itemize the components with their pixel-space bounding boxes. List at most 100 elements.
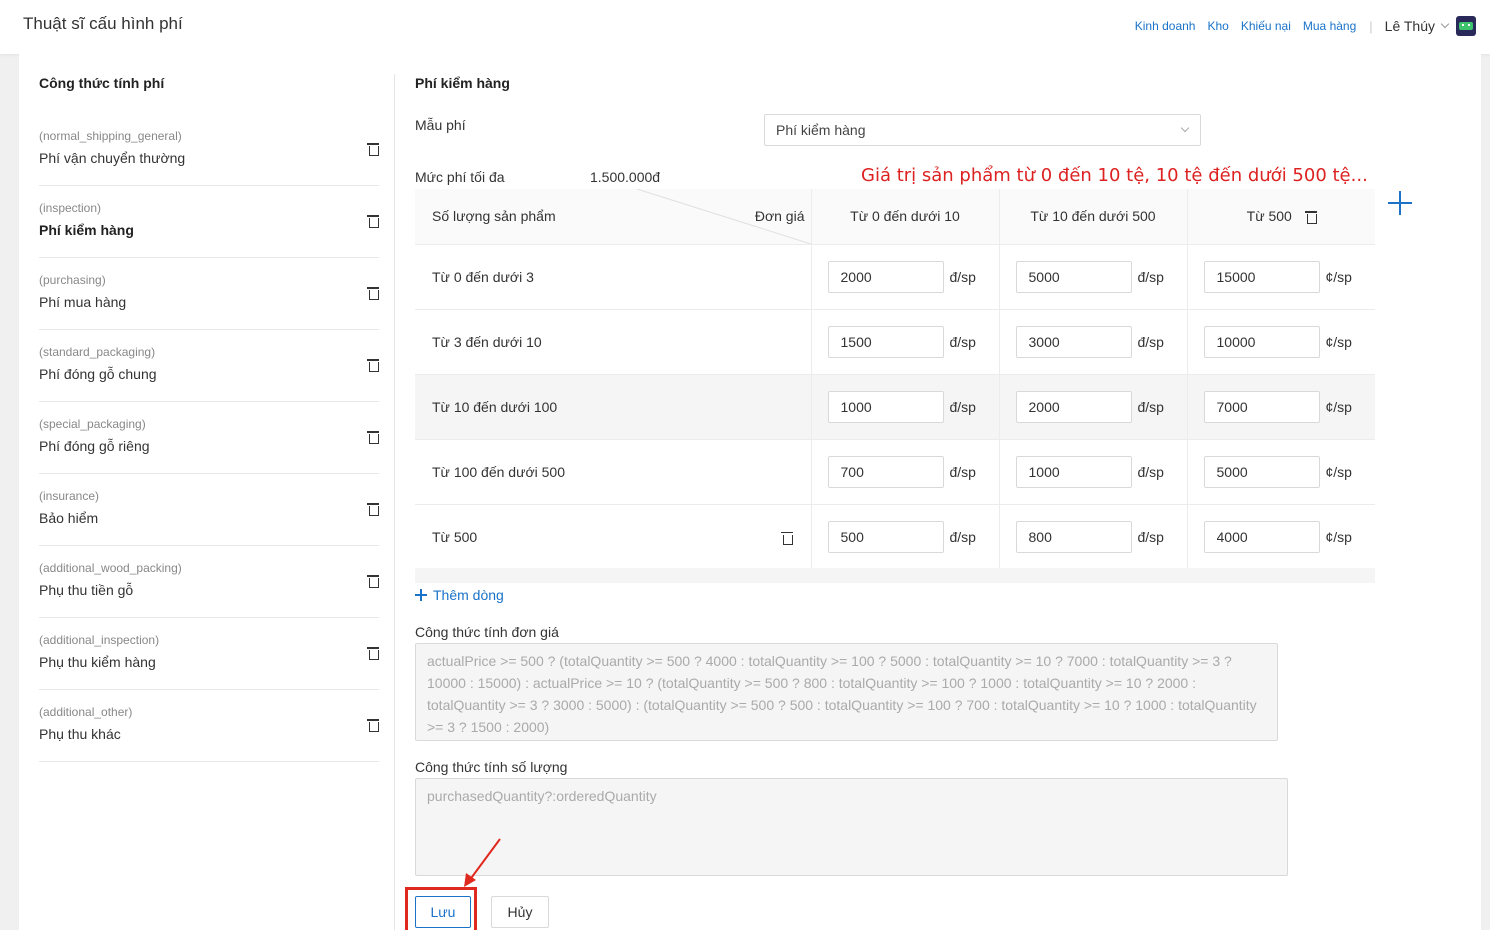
fee-code: (purchasing) [39,273,106,287]
chevron-down-icon [1180,123,1190,133]
fee-template-value: Phí kiểm hàng [776,122,866,138]
price-input[interactable] [827,260,944,293]
trash-icon[interactable] [367,359,379,372]
trash-icon[interactable] [367,287,379,300]
price-input[interactable] [1203,520,1320,553]
unit-label: ¢/sp [1325,463,1352,480]
sidebar-item-inspection[interactable]: (inspection) Phí kiểm hàng [39,186,379,258]
unit-label: đ/sp [1137,528,1164,545]
trash-icon[interactable] [367,215,379,228]
unit-price-header: Đơn giá [754,208,805,224]
unit-price-formula-label: Công thức tính đơn giá [415,624,559,640]
table-row: Từ 500 đ/sp đ/sp ¢/sp [415,504,1375,570]
top-nav: Kinh doanh Kho Khiếu nại Mua hàng | Lê T… [1123,16,1476,36]
sidebar-item-additional-inspection[interactable]: (additional_inspection) Phụ thu kiểm hàn… [39,618,379,690]
fee-code: (additional_inspection) [39,633,160,647]
unit-label: ¢/sp [1325,333,1352,350]
fee-label: Phí đóng gỗ riêng [39,438,150,454]
nav-link-khieu-nai[interactable]: Khiếu nại [1241,19,1291,33]
max-fee-label: Mức phí tối đa [415,169,505,185]
trash-icon[interactable] [1304,211,1317,225]
price-input[interactable] [1015,390,1132,423]
price-input[interactable] [1015,455,1132,488]
plus-icon [415,589,427,601]
nav-link-kinh-doanh[interactable]: Kinh doanh [1135,19,1196,33]
row-label: Từ 3 đến dưới 10 [415,309,812,375]
fee-code: (additional_other) [39,705,133,719]
price-input[interactable] [1015,520,1132,553]
price-input[interactable] [1203,390,1320,423]
price-input[interactable] [827,325,944,358]
user-menu[interactable]: Lê Thúy [1385,18,1435,34]
unit-label: đ/sp [1137,398,1164,415]
row-label: Từ 500 [415,504,812,570]
max-fee-value: 1.500.000đ [590,169,661,185]
price-input[interactable] [1015,325,1132,358]
trash-icon[interactable] [367,719,379,732]
trash-icon[interactable] [367,143,379,156]
trash-icon[interactable] [367,431,379,444]
quantity-formula-label: Công thức tính số lượng [415,759,568,775]
unit-label: đ/sp [949,528,976,545]
content-panel: Công thức tính phí (normal_shipping_gene… [19,54,1481,930]
price-input[interactable] [827,455,944,488]
price-input[interactable] [1203,325,1320,358]
unit-label: đ/sp [949,463,976,480]
quantity-header: Số lượng sản phẩm [432,208,556,224]
fee-label: Phí mua hàng [39,294,127,310]
quantity-formula-field[interactable]: purchasedQuantity?:orderedQuantity [415,778,1288,876]
fee-label: Phụ thu tiền gỗ [39,582,134,598]
fee-template-select[interactable]: Phí kiểm hàng [764,114,1201,146]
sidebar-item-purchasing[interactable]: (purchasing) Phí mua hàng [39,258,379,330]
row-label: Từ 100 đến dưới 500 [415,439,812,505]
fee-code: (inspection) [39,201,102,215]
fee-list: (normal_shipping_general) Phí vận chuyển… [39,114,379,762]
fee-label: Phí kiểm hàng [39,222,134,238]
trash-icon[interactable] [367,647,379,660]
column-header: Từ 10 đến dưới 500 [999,189,1188,245]
fee-code: (special_packaging) [39,417,146,431]
fee-label: Phí đóng gỗ chung [39,366,157,382]
unit-price-formula-field[interactable]: actualPrice >= 500 ? (totalQuantity >= 5… [415,643,1278,741]
table-row: Từ 100 đến dưới 500 đ/sp đ/sp ¢/sp [415,439,1375,505]
template-label: Mẫu phí [415,117,466,133]
nav-link-kho[interactable]: Kho [1207,19,1228,33]
fee-label: Phụ thu khác [39,726,121,742]
cancel-button[interactable]: Hủy [491,896,549,928]
avatar[interactable] [1456,16,1476,36]
unit-label: ¢/sp [1325,268,1352,285]
sidebar-item-additional-other[interactable]: (additional_other) Phụ thu khác [39,690,379,762]
column-header: Từ 500 [1187,189,1375,245]
unit-label: đ/sp [1137,333,1164,350]
fee-label: Phụ thu kiểm hàng [39,654,156,670]
sidebar-item-additional-wood-packing[interactable]: (additional_wood_packing) Phụ thu tiền g… [39,546,379,618]
price-input[interactable] [827,520,944,553]
annotation-arrow [464,838,501,887]
price-input[interactable] [1203,260,1320,293]
trash-icon[interactable] [780,531,793,545]
add-row-button[interactable]: Thêm dòng [415,587,504,603]
table-corner-header: Số lượng sản phẩm Đơn giá [415,189,812,245]
price-input[interactable] [1015,260,1132,293]
chevron-down-icon[interactable] [1440,19,1450,29]
unit-label: đ/sp [1137,268,1164,285]
table-scroll-area[interactable] [415,568,1375,583]
table-row: Từ 3 đến dưới 10 đ/sp đ/sp ¢/sp [415,309,1375,375]
trash-icon[interactable] [367,503,379,516]
nav-link-mua-hang[interactable]: Mua hàng [1303,19,1356,33]
row-label: Từ 0 đến dưới 3 [415,244,812,310]
fee-detail: Phí kiểm hàng Mẫu phí Phí kiểm hàng Mức … [415,54,1481,930]
sidebar-item-insurance[interactable]: (insurance) Bảo hiểm [39,474,379,546]
sidebar-item-standard-packaging[interactable]: (standard_packaging) Phí đóng gỗ chung [39,330,379,402]
sidebar-item-normal-shipping-general[interactable]: (normal_shipping_general) Phí vận chuyển… [39,114,379,186]
trash-icon[interactable] [367,575,379,588]
price-input[interactable] [827,390,944,423]
app-title: Thuật sĩ cấu hình phí [23,14,183,33]
table-row: Từ 0 đến dưới 3 đ/sp đ/sp ¢/sp [415,244,1375,310]
price-input[interactable] [1203,455,1320,488]
add-column-icon[interactable] [1388,191,1412,215]
sidebar-item-special-packaging[interactable]: (special_packaging) Phí đóng gỗ riêng [39,402,379,474]
top-bar: Thuật sĩ cấu hình phí Kinh doanh Kho Khi… [0,0,1490,54]
unit-label: đ/sp [949,398,976,415]
fee-label: Phí vận chuyển thường [39,150,186,166]
